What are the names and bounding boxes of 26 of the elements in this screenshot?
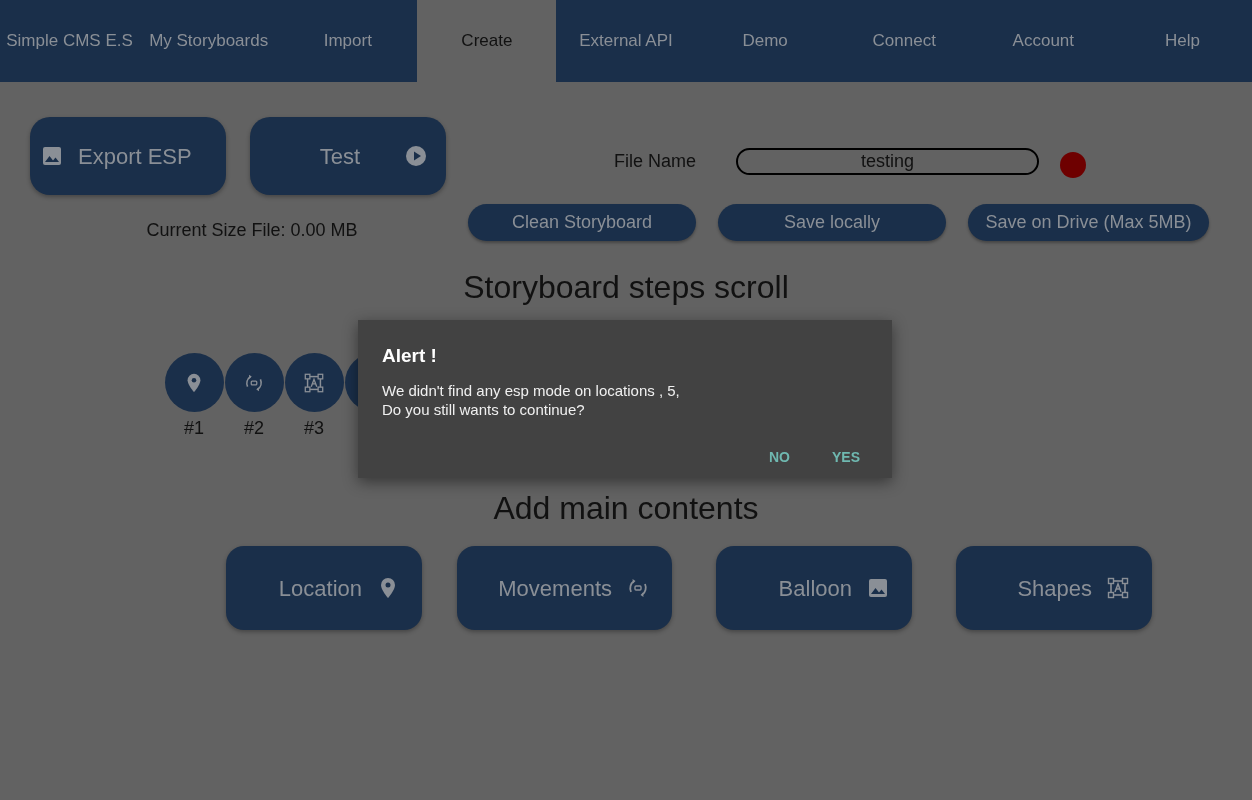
image-icon <box>40 144 64 168</box>
file-name-field[interactable]: testing <box>736 147 1039 175</box>
dialog-title: Alert ! <box>382 344 438 368</box>
action-button[interactable]: Save locally <box>718 204 946 241</box>
section-title: Add main contents <box>492 489 760 529</box>
file-size-text: Current Size File: 0.00 MB <box>145 219 358 242</box>
action-button[interactable]: Save on Drive (Max 5MB) <box>968 204 1209 241</box>
step-number: #1 <box>184 417 204 441</box>
step-number: #3 <box>304 417 324 441</box>
shape-frame-icon <box>303 371 325 394</box>
dialog-button[interactable]: NO <box>761 444 798 470</box>
action-button[interactable]: Export ESP <box>30 117 226 195</box>
action-button[interactable]: Test <box>250 117 446 195</box>
shape-frame-icon <box>1106 576 1130 601</box>
section-title: Storyboard steps scroll <box>462 270 790 306</box>
content-button[interactable]: Shapes <box>956 546 1152 631</box>
content-button[interactable]: Balloon <box>716 546 912 631</box>
action-button[interactable]: Clean Storyboard <box>468 204 696 241</box>
dialog-message: We didn't find any esp mode on locations , 5, Do you still wants to continue? <box>382 380 681 419</box>
step-number: #2 <box>244 417 264 441</box>
content-button[interactable]: Movements <box>457 546 672 631</box>
play-icon <box>404 144 428 168</box>
dialog-button[interactable]: YES <box>824 444 868 470</box>
content-button[interactable]: Location <box>226 546 422 631</box>
field-label: File Name <box>614 149 698 173</box>
nav-tab[interactable]: Create <box>417 0 557 82</box>
